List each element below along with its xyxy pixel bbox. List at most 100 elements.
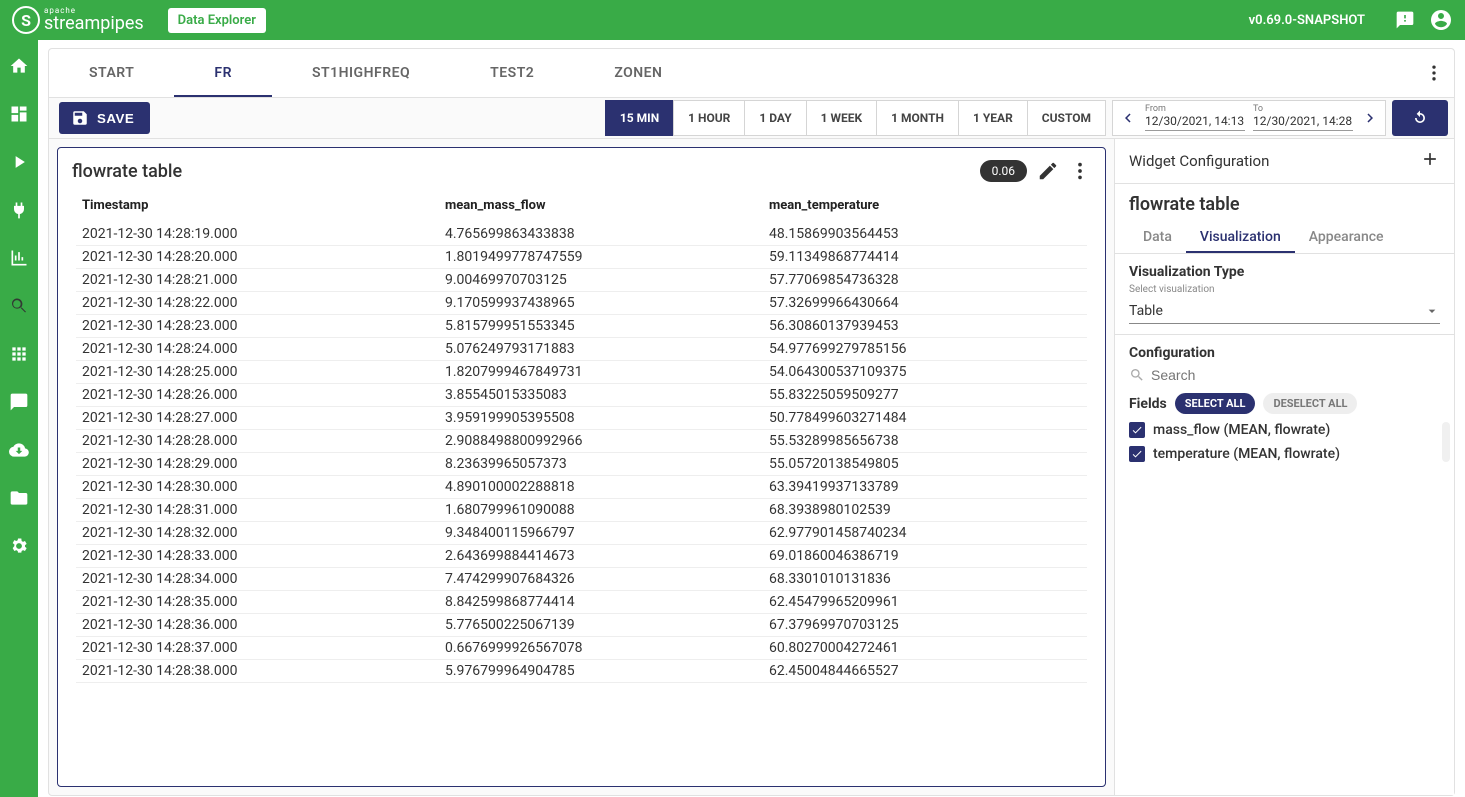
date-prev-icon[interactable]: [1119, 109, 1137, 127]
table-cell: 63.39419937133789: [763, 476, 1087, 499]
table-cell: 5.776500225067139: [439, 614, 763, 637]
inspector-tab-visualization[interactable]: Visualization: [1186, 221, 1295, 253]
table-cell: 2021-12-30 14:28:23.000: [76, 315, 439, 338]
field-checkbox[interactable]: [1129, 446, 1145, 462]
table-cell: 56.30860137939453: [763, 315, 1087, 338]
table-cell: 68.3938980102539: [763, 499, 1087, 522]
range-custom[interactable]: CUSTOM: [1027, 100, 1106, 136]
range-1-day[interactable]: 1 DAY: [744, 100, 806, 136]
inspector-widget-title: flowrate table: [1115, 184, 1454, 221]
column-header[interactable]: mean_temperature: [763, 188, 1087, 223]
table-cell: 8.23639965057373: [439, 453, 763, 476]
deselect-all-button[interactable]: DESELECT ALL: [1263, 393, 1357, 414]
table-cell: 1.8207999467849731: [439, 361, 763, 384]
config-search-input[interactable]: [1151, 367, 1440, 383]
version-label: v0.69.0-SNAPSHOT: [1249, 13, 1365, 28]
nav-chart-icon[interactable]: [8, 247, 30, 269]
nav-download-icon[interactable]: [8, 439, 30, 461]
add-widget-icon[interactable]: [1420, 149, 1440, 173]
table-row: 2021-12-30 14:28:19.0004.765699863433838…: [76, 223, 1087, 246]
widget-menu-icon[interactable]: [1069, 160, 1091, 182]
nav-home-icon[interactable]: [8, 55, 30, 77]
logo: S apache streampipes: [12, 6, 144, 34]
save-button[interactable]: SAVE: [59, 102, 150, 134]
range-1-week[interactable]: 1 WEEK: [806, 100, 878, 136]
table-cell: 9.348400115966797: [439, 522, 763, 545]
table-cell: 2021-12-30 14:28:31.000: [76, 499, 439, 522]
table-cell: 2021-12-30 14:28:25.000: [76, 361, 439, 384]
date-from-value: 12/30/2021, 14:13: [1145, 115, 1245, 128]
date-from-input[interactable]: From 12/30/2021, 14:13: [1145, 105, 1245, 131]
nav-play-icon[interactable]: [8, 151, 30, 173]
table-cell: 2021-12-30 14:28:38.000: [76, 660, 439, 683]
announcement-icon[interactable]: [1393, 8, 1417, 32]
view-tabs: STARTFRST1HIGHFREQTEST2ZONEN: [49, 49, 1454, 97]
select-all-button[interactable]: SELECT ALL: [1175, 393, 1256, 414]
view-tab-st1highfreq[interactable]: ST1HIGHFREQ: [272, 49, 450, 97]
range-1-hour[interactable]: 1 HOUR: [673, 100, 745, 136]
view-tab-test2[interactable]: TEST2: [450, 49, 574, 97]
refresh-button[interactable]: [1392, 100, 1448, 136]
table-cell: 2.643699884414673: [439, 545, 763, 568]
field-checkbox[interactable]: [1129, 422, 1145, 438]
table-row: 2021-12-30 14:28:22.0009.170599937438965…: [76, 292, 1087, 315]
table-cell: 2021-12-30 14:28:30.000: [76, 476, 439, 499]
table-cell: 2021-12-30 14:28:32.000: [76, 522, 439, 545]
date-next-icon[interactable]: [1361, 109, 1379, 127]
table-cell: 8.842599868774414: [439, 591, 763, 614]
nav-folder-icon[interactable]: [8, 487, 30, 509]
account-icon[interactable]: [1429, 8, 1453, 32]
date-range-nav: From 12/30/2021, 14:13 To 12/30/2021, 14…: [1112, 100, 1386, 136]
view-tab-zonen[interactable]: ZONEN: [574, 49, 702, 97]
table-cell: 2021-12-30 14:28:29.000: [76, 453, 439, 476]
nav-chat-icon[interactable]: [8, 391, 30, 413]
column-header[interactable]: mean_mass_flow: [439, 188, 763, 223]
field-item: mass_flow (MEAN, flowrate): [1129, 422, 1440, 438]
viz-type-select[interactable]: Table: [1129, 299, 1440, 324]
tabs-menu-icon[interactable]: [1414, 63, 1454, 83]
table-cell: 9.00469970703125: [439, 269, 763, 292]
inspector-tab-appearance[interactable]: Appearance: [1295, 221, 1398, 253]
table-cell: 2.9088498800992966: [439, 430, 763, 453]
view-tab-fr[interactable]: FR: [174, 49, 272, 97]
table-cell: 54.977699279785156: [763, 338, 1087, 361]
range-1-month[interactable]: 1 MONTH: [876, 100, 959, 136]
range-15-min[interactable]: 15 MIN: [605, 100, 674, 136]
table-row: 2021-12-30 14:28:30.0004.890100002288818…: [76, 476, 1087, 499]
table-row: 2021-12-30 14:28:33.0002.643699884414673…: [76, 545, 1087, 568]
table-row: 2021-12-30 14:28:31.0001.680799961090088…: [76, 499, 1087, 522]
column-header[interactable]: Timestamp: [76, 188, 439, 223]
table-cell: 2021-12-30 14:28:24.000: [76, 338, 439, 361]
table-cell: 57.77069854736328: [763, 269, 1087, 292]
table-cell: 2021-12-30 14:28:36.000: [76, 614, 439, 637]
field-item: temperature (MEAN, flowrate): [1129, 446, 1440, 462]
nav-search-icon[interactable]: [8, 295, 30, 317]
date-to-input[interactable]: To 12/30/2021, 14:28: [1253, 105, 1353, 131]
table-cell: 2021-12-30 14:28:27.000: [76, 407, 439, 430]
viz-type-heading: Visualization Type: [1129, 264, 1440, 280]
nav-grid-icon[interactable]: [8, 343, 30, 365]
nav-plug-icon[interactable]: [8, 199, 30, 221]
table-cell: 2021-12-30 14:28:33.000: [76, 545, 439, 568]
table-cell: 67.37969970703125: [763, 614, 1087, 637]
nav-dashboard-icon[interactable]: [8, 103, 30, 125]
widget-badge: 0.06: [980, 160, 1027, 182]
table-cell: 2021-12-30 14:28:37.000: [76, 637, 439, 660]
table-row: 2021-12-30 14:28:26.0003.855450153350835…: [76, 384, 1087, 407]
table-row: 2021-12-30 14:28:37.0000.667699992656707…: [76, 637, 1087, 660]
inspector-section-title: Widget Configuration: [1129, 152, 1420, 170]
view-tab-start[interactable]: START: [49, 49, 174, 97]
table-row: 2021-12-30 14:28:25.0001.820799946784973…: [76, 361, 1087, 384]
table-cell: 62.45479965209961: [763, 591, 1087, 614]
table-cell: 55.53289985656738: [763, 430, 1087, 453]
inspector-tab-data[interactable]: Data: [1129, 221, 1186, 253]
table-cell: 69.01860046386719: [763, 545, 1087, 568]
viz-type-hint: Select visualization: [1129, 284, 1440, 295]
table-row: 2021-12-30 14:28:24.0005.076249793171883…: [76, 338, 1087, 361]
nav-settings-icon[interactable]: [8, 535, 30, 557]
table-cell: 1.8019499778747559: [439, 246, 763, 269]
table-cell: 5.976799964904785: [439, 660, 763, 683]
page-tag: Data Explorer: [168, 8, 266, 33]
edit-widget-icon[interactable]: [1037, 160, 1059, 182]
range-1-year[interactable]: 1 YEAR: [958, 100, 1028, 136]
